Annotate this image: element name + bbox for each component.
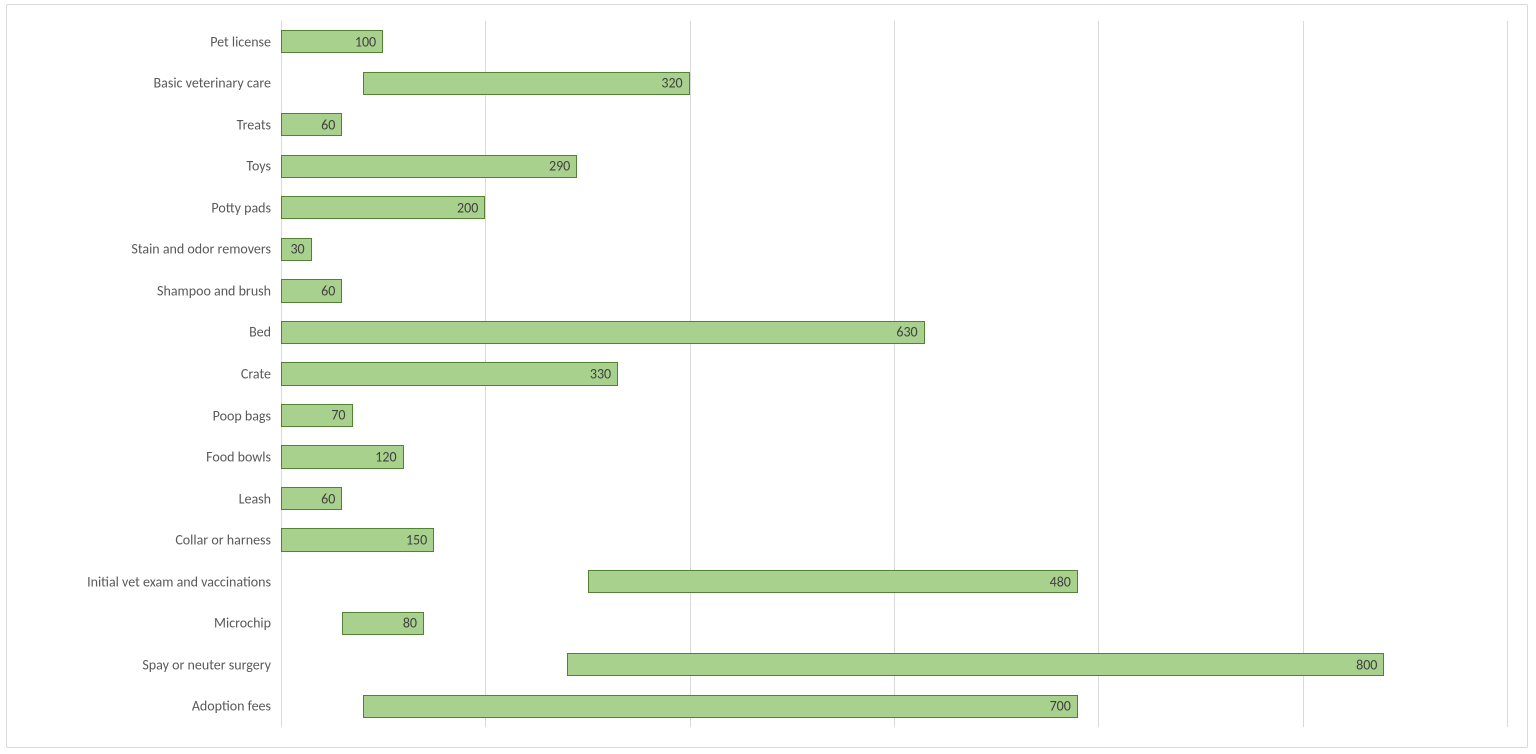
chart-row: Bed630 [281,312,1507,354]
category-label: Leash [239,490,281,507]
bar: 330 [281,362,618,385]
bar: 630 [281,321,925,344]
chart-frame: Pet license100Basic veterinary care320Tr… [6,4,1528,748]
category-label: Crate [241,365,281,382]
chart-row: Stain and odor removers30 [281,229,1507,271]
plot-area: Pet license100Basic veterinary care320Tr… [281,21,1507,727]
category-label: Spay or neuter surgery [142,656,281,673]
bars-layer: Pet license100Basic veterinary care320Tr… [281,21,1507,727]
category-label: Poop bags [213,407,281,424]
category-label: Basic veterinary care [154,75,281,92]
chart-row: Adoption fees700 [281,685,1507,727]
chart-row: Microchip80 [281,602,1507,644]
bar-value-label: 70 [331,407,345,424]
bar-value-label: 150 [406,532,427,549]
category-label: Food bowls [206,449,281,466]
bar: 320 [363,72,690,95]
bar: 80 [342,612,424,635]
category-label: Microchip [214,615,281,632]
category-label: Initial vet exam and vaccinations [87,573,281,590]
chart-row: Spay or neuter surgery800 [281,644,1507,686]
bar-value-label: 700 [1050,698,1071,715]
category-label: Shampoo and brush [157,282,281,299]
chart-row: Collar or harness150 [281,519,1507,561]
category-label: Treats [237,116,281,133]
bar: 800 [567,653,1384,676]
bar-value-label: 290 [549,158,570,175]
bar-value-label: 80 [403,615,417,632]
bar-value-label: 60 [321,282,335,299]
category-label: Stain and odor removers [131,241,281,258]
chart-row: Crate330 [281,353,1507,395]
chart-row: Treats60 [281,104,1507,146]
chart-row: Poop bags70 [281,395,1507,437]
bar: 200 [281,196,485,219]
chart-row: Toys290 [281,146,1507,188]
category-label: Toys [246,158,281,175]
gridline [1507,21,1508,727]
bar-value-label: 100 [355,33,376,50]
bar: 70 [281,404,353,427]
chart-row: Initial vet exam and vaccinations480 [281,561,1507,603]
category-label: Potty pads [211,199,281,216]
bar-value-label: 330 [590,365,611,382]
chart-row: Shampoo and brush60 [281,270,1507,312]
category-label: Adoption fees [192,698,281,715]
bar-value-label: 60 [321,490,335,507]
chart-row: Food bowls120 [281,436,1507,478]
bar-value-label: 800 [1356,656,1377,673]
bar: 60 [281,113,342,136]
chart-row: Leash60 [281,478,1507,520]
category-label: Pet license [210,33,281,50]
bar-value-label: 480 [1050,573,1071,590]
bar: 480 [588,570,1078,593]
bar: 150 [281,528,434,551]
chart-row: Potty pads200 [281,187,1507,229]
chart-row: Pet license100 [281,21,1507,63]
category-label: Collar or harness [175,532,281,549]
bar-value-label: 30 [290,241,304,258]
bar: 290 [281,155,577,178]
category-label: Bed [249,324,281,341]
bar: 700 [363,695,1078,718]
bar-value-label: 120 [375,449,396,466]
bar: 30 [281,238,312,261]
bar: 60 [281,279,342,302]
bar: 60 [281,487,342,510]
chart-row: Basic veterinary care320 [281,63,1507,105]
bar: 100 [281,30,383,53]
bar: 120 [281,445,404,468]
bar-value-label: 60 [321,116,335,133]
bar-value-label: 630 [896,324,917,341]
bar-value-label: 320 [661,75,682,92]
bar-value-label: 200 [457,199,478,216]
